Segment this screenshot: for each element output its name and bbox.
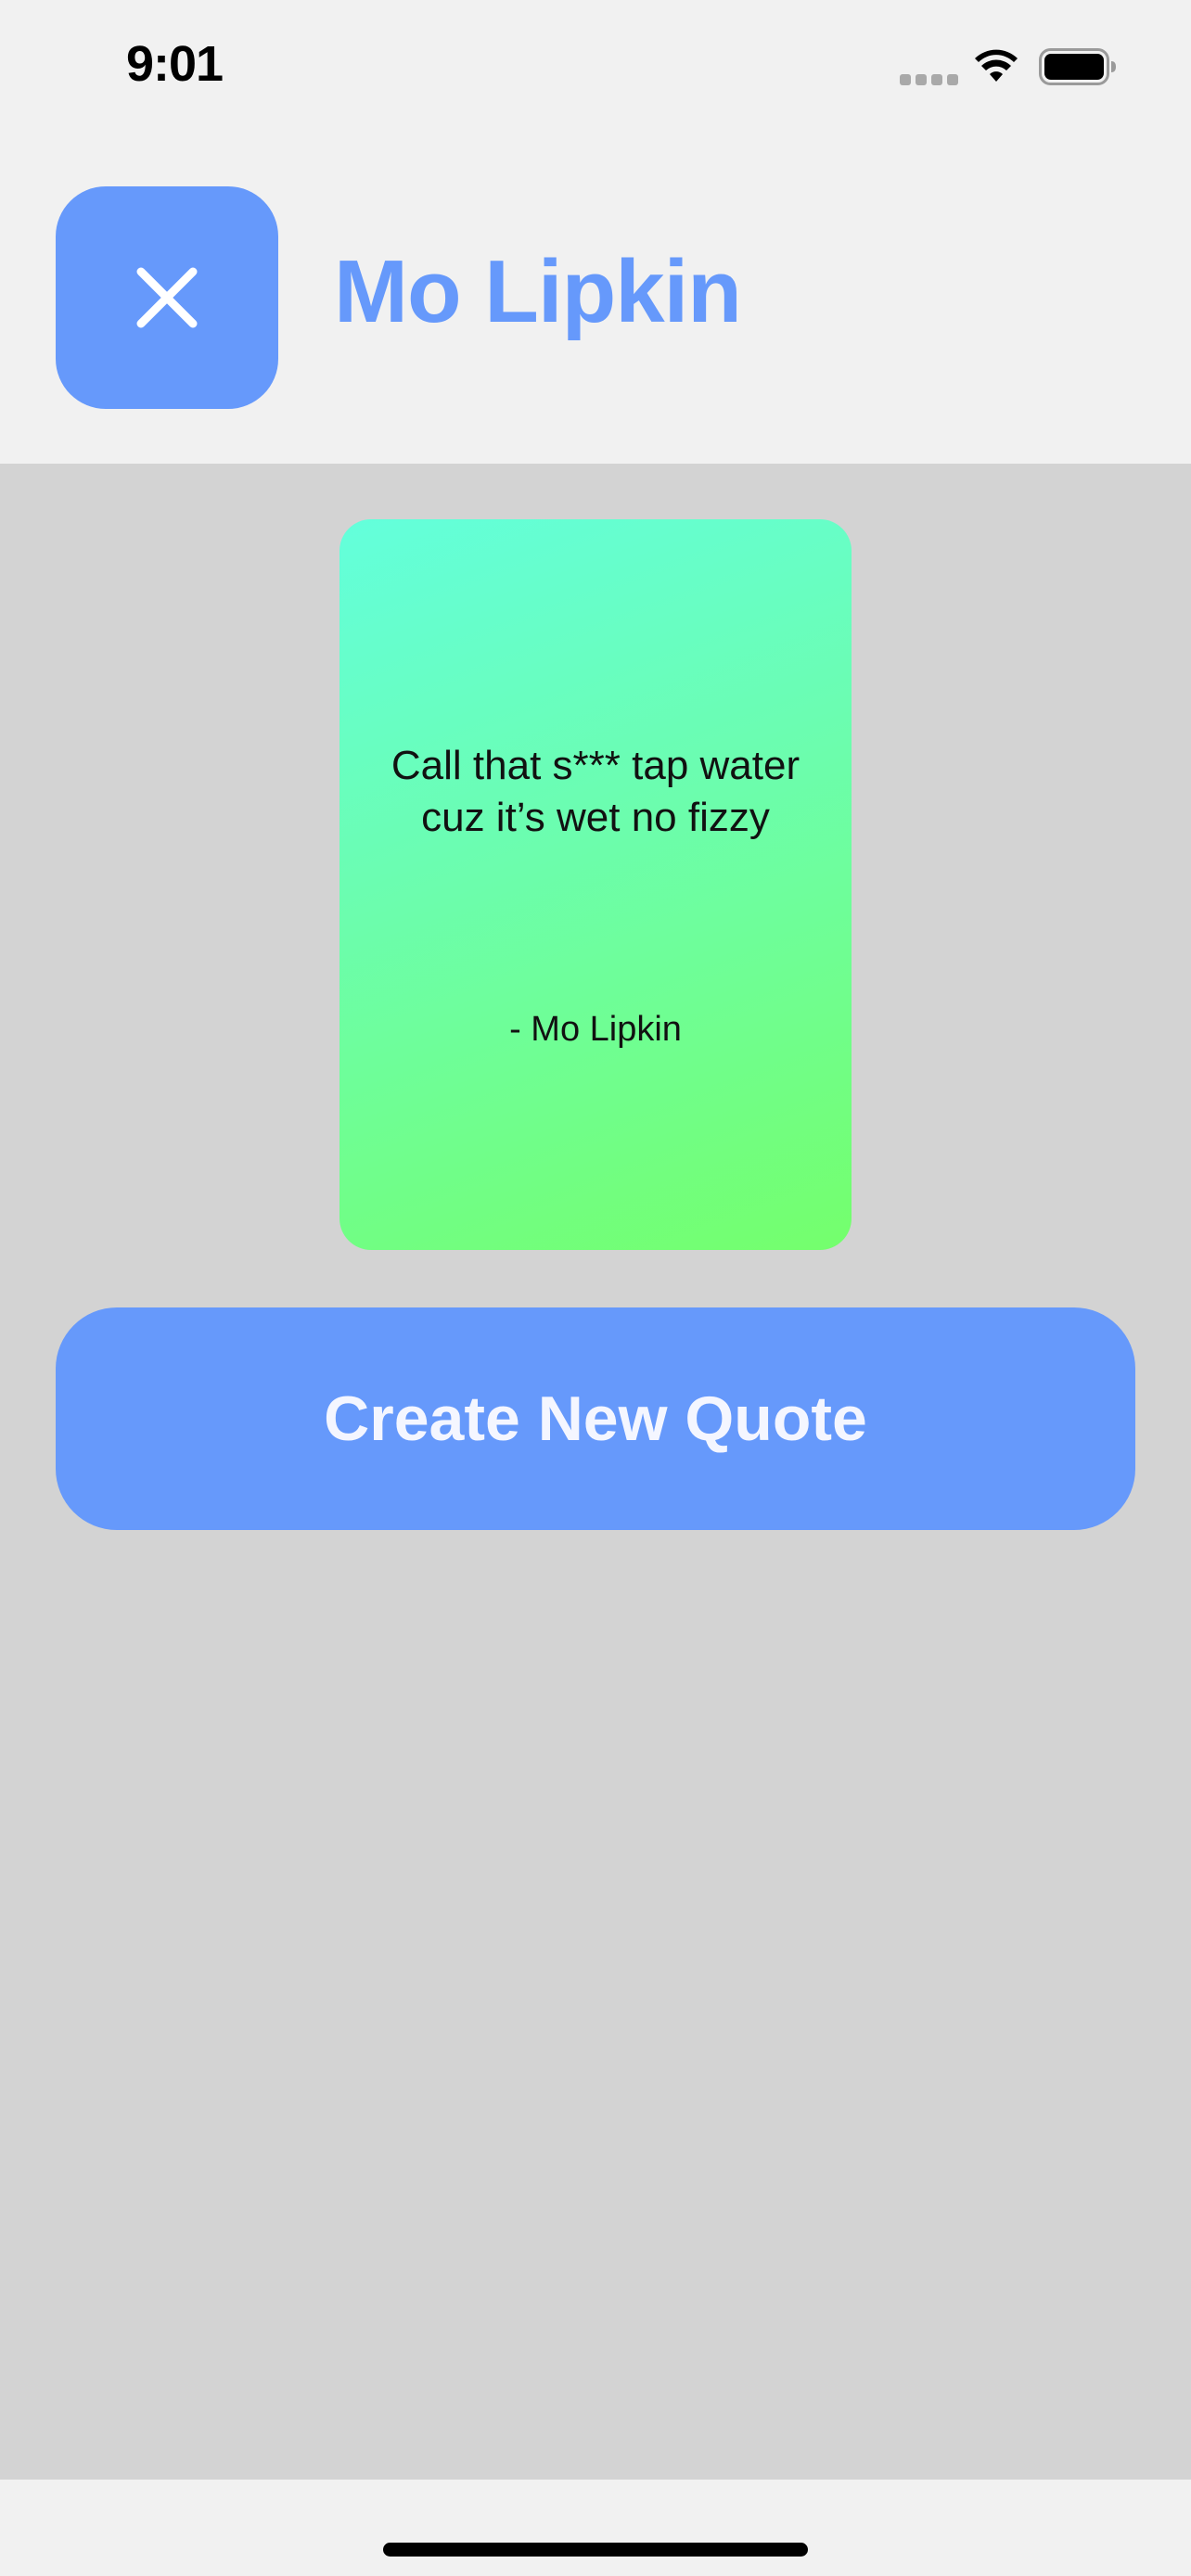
content-area: Call that s*** tap water cuz it’s wet no… bbox=[0, 464, 1191, 2480]
status-bar: 9:01 bbox=[0, 0, 1191, 139]
bottom-bar bbox=[0, 2480, 1191, 2576]
quote-text: Call that s*** tap water cuz it’s wet no… bbox=[391, 743, 800, 840]
battery-icon bbox=[1039, 48, 1116, 85]
close-icon bbox=[136, 267, 198, 328]
page-title: Mo Lipkin bbox=[334, 242, 742, 341]
header: Mo Lipkin bbox=[0, 139, 1191, 464]
quote-card: Call that s*** tap water cuz it’s wet no… bbox=[339, 519, 852, 1250]
signal-icon bbox=[900, 74, 958, 85]
wifi-icon bbox=[975, 49, 1018, 82]
status-time: 9:01 bbox=[126, 36, 224, 92]
home-indicator[interactable] bbox=[383, 2543, 808, 2557]
quote-author: - Mo Lipkin bbox=[509, 1010, 682, 1049]
close-button[interactable] bbox=[56, 186, 278, 409]
create-new-quote-button[interactable]: Create New Quote bbox=[56, 1307, 1135, 1530]
